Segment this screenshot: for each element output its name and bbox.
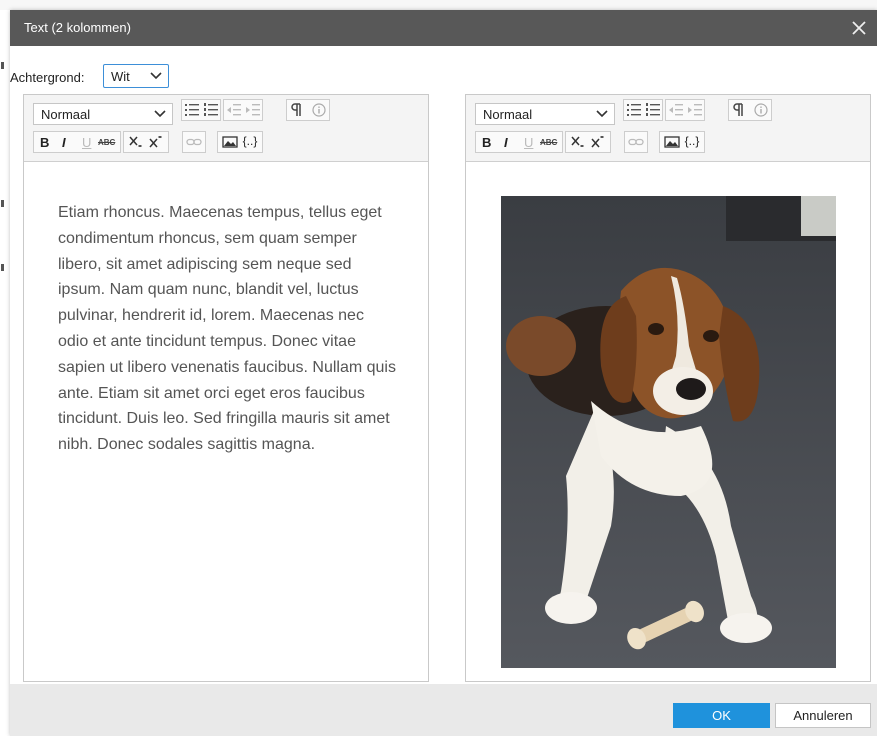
- column-text: Etiam rhoncus. Maecenas tempus, tellus e…: [58, 204, 396, 454]
- italic-button[interactable]: I: [62, 135, 66, 150]
- indent-icon[interactable]: [685, 100, 705, 120]
- image-icon[interactable]: [220, 132, 240, 152]
- indent-button-group: [223, 99, 263, 121]
- pilcrow-icon[interactable]: [730, 100, 750, 120]
- script-button-group: [565, 131, 611, 153]
- snippet-button[interactable]: {..}: [240, 134, 260, 148]
- subscript-icon[interactable]: [568, 132, 588, 152]
- editor-toolbar: Normaal B I U ABC {..}: [466, 95, 870, 162]
- page-edge-mark: [1, 62, 4, 69]
- outdent-icon[interactable]: [666, 100, 686, 120]
- link-button[interactable]: [182, 131, 206, 153]
- page-edge-mark: [1, 264, 4, 271]
- background-label: Achtergrond:: [10, 70, 85, 85]
- superscript-icon[interactable]: [588, 132, 608, 152]
- paragraph-button-group: [728, 99, 772, 121]
- dialog-titlebar: Text (2 kolommen): [10, 10, 877, 46]
- insert-button-group: {..}: [217, 131, 263, 153]
- left-column-editor: Normaal B I U ABC {..} Etiam rhoncus. Ma…: [23, 94, 429, 682]
- bullet-list-icon[interactable]: [624, 100, 644, 120]
- close-icon[interactable]: [847, 16, 871, 40]
- right-column-editor: Normaal B I U ABC {..}: [465, 94, 871, 682]
- bullet-list-icon[interactable]: [182, 100, 202, 120]
- text-dialog: Text (2 kolommen) Achtergrond: Wit Norma…: [10, 10, 877, 736]
- link-icon: [625, 132, 647, 152]
- subscript-icon[interactable]: [126, 132, 146, 152]
- text-style-group: B I U ABC: [475, 131, 563, 153]
- snippet-button[interactable]: {..}: [682, 134, 702, 148]
- chevron-down-icon: [150, 72, 162, 80]
- outdent-icon[interactable]: [224, 100, 244, 120]
- strikethrough-button[interactable]: ABC: [540, 138, 557, 147]
- strikethrough-button[interactable]: ABC: [98, 138, 115, 147]
- numbered-list-icon[interactable]: [643, 100, 663, 120]
- ok-button[interactable]: OK: [673, 703, 770, 728]
- info-icon[interactable]: [309, 100, 329, 120]
- bold-button[interactable]: B: [482, 135, 491, 150]
- format-select[interactable]: Normaal: [33, 103, 173, 125]
- format-value: Normaal: [483, 107, 533, 122]
- underline-button[interactable]: U: [82, 135, 91, 150]
- background-value: Wit: [111, 69, 130, 84]
- format-select[interactable]: Normaal: [475, 103, 615, 125]
- image-icon[interactable]: [662, 132, 682, 152]
- numbered-list-icon[interactable]: [201, 100, 221, 120]
- chevron-down-icon: [154, 110, 166, 118]
- list-button-group: [181, 99, 221, 121]
- background-select[interactable]: Wit: [103, 64, 169, 88]
- format-value: Normaal: [41, 107, 91, 122]
- script-button-group: [123, 131, 169, 153]
- text-style-group: B I U ABC: [33, 131, 121, 153]
- page-top-strip: [0, 0, 877, 10]
- info-icon[interactable]: [751, 100, 771, 120]
- dialog-footer: OK Annuleren: [10, 684, 877, 736]
- insert-button-group: {..}: [659, 131, 705, 153]
- indent-icon[interactable]: [243, 100, 263, 120]
- cancel-button[interactable]: Annuleren: [775, 703, 871, 728]
- dialog-title: Text (2 kolommen): [24, 20, 131, 35]
- link-icon: [183, 132, 205, 152]
- underline-button[interactable]: U: [524, 135, 533, 150]
- italic-button[interactable]: I: [504, 135, 508, 150]
- editor-toolbar: Normaal B I U ABC {..}: [24, 95, 428, 162]
- pilcrow-icon[interactable]: [288, 100, 308, 120]
- paragraph-button-group: [286, 99, 330, 121]
- editor-content[interactable]: [466, 162, 870, 681]
- page-edge-mark: [1, 200, 4, 207]
- chevron-down-icon: [596, 110, 608, 118]
- bold-button[interactable]: B: [40, 135, 49, 150]
- link-button[interactable]: [624, 131, 648, 153]
- superscript-icon[interactable]: [146, 132, 166, 152]
- indent-button-group: [665, 99, 705, 121]
- beagle-photo[interactable]: [501, 196, 836, 668]
- list-button-group: [623, 99, 663, 121]
- editor-content[interactable]: Etiam rhoncus. Maecenas tempus, tellus e…: [24, 162, 428, 681]
